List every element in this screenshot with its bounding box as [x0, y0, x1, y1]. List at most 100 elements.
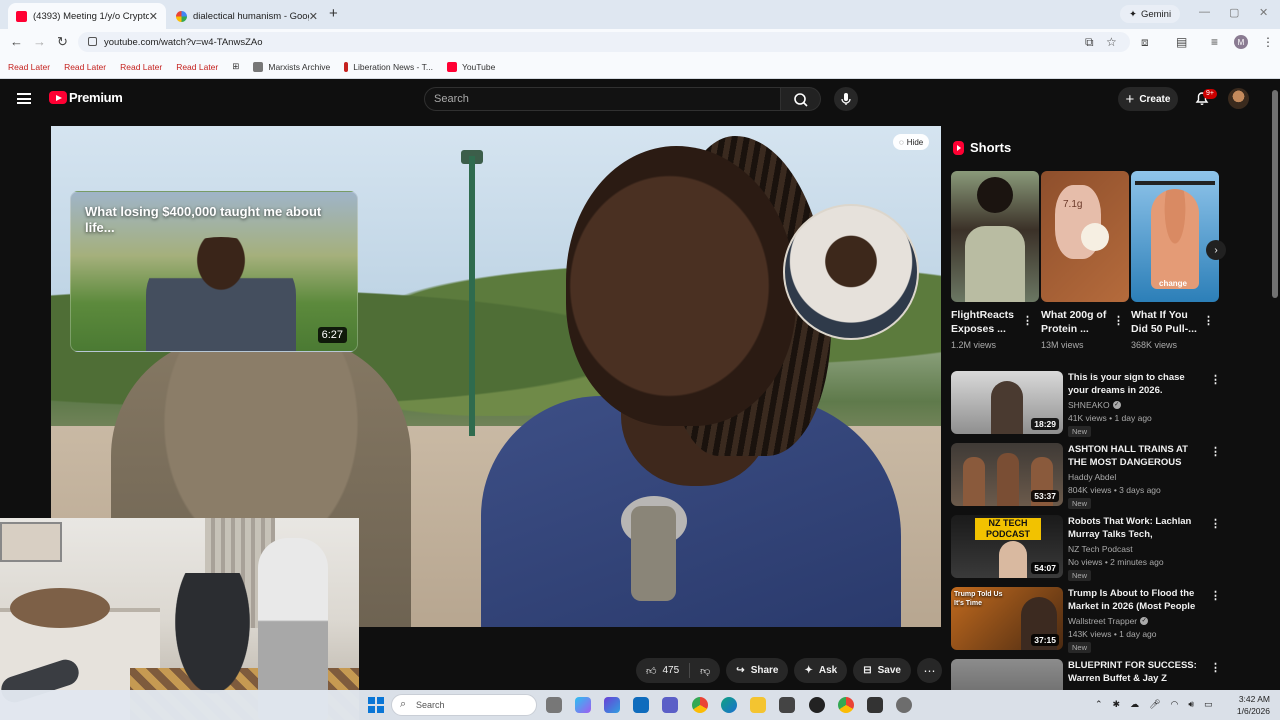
- short-more-icon[interactable]: ⋮: [1203, 314, 1214, 327]
- bookmark-read-later[interactable]: Read Later: [120, 62, 162, 72]
- tab-google-search[interactable]: dialectical humanism - Google ✕: [168, 3, 326, 29]
- close-tab-icon[interactable]: ✕: [309, 10, 318, 23]
- ask-button[interactable]: ✦ Ask: [794, 658, 848, 683]
- channel-name[interactable]: SHNEAKO: [1068, 400, 1110, 410]
- site-info-icon[interactable]: [88, 37, 97, 46]
- video-more-icon[interactable]: ⋮: [1210, 445, 1221, 458]
- back-icon[interactable]: ←: [10, 34, 23, 49]
- video-title[interactable]: ASHTON HALL TRAINS AT THE MOST DANGEROUS…: [1068, 443, 1205, 469]
- bookmark-read-later[interactable]: Read Later: [8, 62, 50, 72]
- tab-youtube-video[interactable]: (4393) Meeting 1/y/o Crypto M ✕: [8, 3, 166, 29]
- bookmark-marxists-archive[interactable]: Marxists Archive: [253, 61, 330, 72]
- youtube-premium-logo[interactable]: Premium: [69, 90, 123, 105]
- edge-icon[interactable]: [721, 697, 737, 713]
- minimize-icon[interactable]: —: [1199, 6, 1210, 18]
- shorts-next-button[interactable]: ›: [1206, 240, 1226, 260]
- recommended-video[interactable]: BLUEPRINT FOR SUCCESS: Warren Buffet & J…: [951, 659, 1269, 690]
- recommended-video[interactable]: Trump Told Us It's Time 37:15 Trump Is A…: [951, 587, 1269, 653]
- video-thumbnail[interactable]: NZ TECH PODCAST 54:07: [951, 515, 1063, 578]
- dislike-button[interactable]: 👎︎: [690, 658, 720, 683]
- channel-name[interactable]: Wallstreet Trapper: [1068, 616, 1137, 626]
- reload-icon[interactable]: ↻: [57, 34, 68, 50]
- video-title[interactable]: This is your sign to chase your dreams i…: [1068, 371, 1205, 397]
- bookmark-read-later[interactable]: Read Later: [64, 62, 106, 72]
- apps-grid-icon[interactable]: ⊞: [232, 61, 239, 72]
- short-thumbnail[interactable]: 7.1g: [1041, 171, 1129, 302]
- outlook-icon[interactable]: [633, 697, 649, 713]
- obs-icon[interactable]: [809, 697, 825, 713]
- widgets-icon[interactable]: [604, 697, 620, 713]
- video-thumbnail[interactable]: Trump Told Us It's Time 37:15: [951, 587, 1063, 650]
- like-button[interactable]: 👍︎ 475: [636, 658, 689, 683]
- windows-start-icon[interactable]: [368, 697, 384, 713]
- teams-icon[interactable]: [662, 697, 678, 713]
- create-button[interactable]: + Create: [1118, 87, 1178, 111]
- recommended-video[interactable]: 53:37 ASHTON HALL TRAINS AT THE MOST DAN…: [951, 443, 1269, 509]
- channel-name[interactable]: NZ Tech Podcast: [1068, 544, 1133, 554]
- bookmark-youtube[interactable]: YouTube: [446, 61, 495, 72]
- short-more-icon[interactable]: ⋮: [1113, 314, 1124, 327]
- video-thumbnail[interactable]: 53:37: [951, 443, 1063, 506]
- bluetooth-icon[interactable]: ✱: [1113, 699, 1121, 710]
- menu-icon[interactable]: [17, 93, 31, 104]
- video-more-icon[interactable]: ⋮: [1210, 661, 1221, 674]
- more-actions-button[interactable]: ⋯: [916, 658, 942, 683]
- short-thumbnail[interactable]: change: [1131, 171, 1219, 302]
- short-thumbnail[interactable]: [951, 171, 1039, 302]
- close-tab-icon[interactable]: ✕: [149, 10, 158, 23]
- onedrive-icon[interactable]: ☁: [1130, 699, 1139, 710]
- file-explorer-icon[interactable]: [750, 697, 766, 713]
- taskbar-clock[interactable]: 3:42 AM 1/6/2026: [1228, 693, 1270, 717]
- chrome-profile-icon[interactable]: [838, 697, 854, 713]
- maximize-icon[interactable]: ▢: [1229, 6, 1239, 19]
- video-title[interactable]: Trump Is About to Flood the Market in 20…: [1068, 587, 1205, 613]
- video-more-icon[interactable]: ⋮: [1210, 373, 1221, 386]
- task-view-icon[interactable]: [546, 697, 562, 713]
- new-tab-icon[interactable]: +: [329, 5, 338, 22]
- video-thumbnail[interactable]: [951, 659, 1063, 690]
- settings-gear-icon[interactable]: [896, 697, 912, 713]
- share-button[interactable]: ↪ Share: [726, 658, 789, 683]
- taskbar-search-input[interactable]: ⌕ Search: [391, 694, 537, 716]
- browser-menu-icon[interactable]: ⋮: [1262, 36, 1274, 48]
- bookmark-read-later[interactable]: Read Later: [176, 62, 218, 72]
- video-title[interactable]: BLUEPRINT FOR SUCCESS: Warren Buffet & J…: [1068, 659, 1205, 685]
- microphone-icon[interactable]: 🎤︎: [1149, 699, 1160, 710]
- bookmark-liberation-news[interactable]: Liberation News - T...: [344, 61, 433, 72]
- youtube-logo-icon[interactable]: [49, 91, 67, 104]
- forward-icon[interactable]: →: [33, 34, 46, 49]
- battery-icon[interactable]: ▭: [1204, 699, 1213, 710]
- search-input[interactable]: Search: [424, 87, 781, 111]
- recommended-video[interactable]: 18:29 This is your sign to chase your dr…: [951, 371, 1269, 437]
- extensions-icon[interactable]: ⧈: [1141, 36, 1153, 48]
- snipping-tool-icon[interactable]: [779, 697, 795, 713]
- video-thumbnail[interactable]: 18:29: [951, 371, 1063, 434]
- search-button[interactable]: [781, 87, 821, 111]
- side-panel-icon[interactable]: ▤: [1176, 36, 1188, 48]
- account-avatar[interactable]: [1228, 88, 1249, 109]
- volume-icon[interactable]: 🔊︎: [1188, 699, 1194, 710]
- video-overlay-card[interactable]: What losing $400,000 taught me about lif…: [70, 191, 358, 352]
- profile-avatar[interactable]: M: [1234, 35, 1248, 49]
- chrome-icon[interactable]: [692, 697, 708, 713]
- copilot-icon[interactable]: [575, 697, 591, 713]
- video-title[interactable]: Robots That Work: Lachlan Murray Talks T…: [1068, 515, 1205, 541]
- short-title[interactable]: FlightReacts Exposes ...: [951, 308, 1023, 336]
- reading-list-icon[interactable]: ≡: [1211, 36, 1223, 48]
- video-more-icon[interactable]: ⋮: [1210, 517, 1221, 530]
- recommended-video[interactable]: NZ TECH PODCAST 54:07 Robots That Work: …: [951, 515, 1269, 581]
- scrollbar-thumb[interactable]: [1272, 90, 1278, 298]
- page-scrollbar[interactable]: [1270, 80, 1280, 690]
- save-button[interactable]: ⊟ Save: [853, 658, 911, 683]
- voice-search-button[interactable]: [834, 87, 858, 111]
- short-title[interactable]: What If You Did 50 Pull-...: [1131, 308, 1203, 336]
- hide-overlay-button[interactable]: ◌ Hide: [893, 134, 930, 150]
- app-icon[interactable]: [867, 697, 883, 713]
- short-more-icon[interactable]: ⋮: [1022, 314, 1033, 327]
- wifi-icon[interactable]: ◠: [1171, 699, 1179, 710]
- address-bar[interactable]: youtube.com/watch?v=w4-TAnwsZAo: [78, 32, 1130, 52]
- chevron-up-icon[interactable]: ⌃: [1095, 699, 1103, 710]
- video-more-icon[interactable]: ⋮: [1210, 589, 1221, 602]
- bookmark-star-icon[interactable]: ☆: [1106, 36, 1118, 48]
- close-window-icon[interactable]: ✕: [1259, 6, 1268, 19]
